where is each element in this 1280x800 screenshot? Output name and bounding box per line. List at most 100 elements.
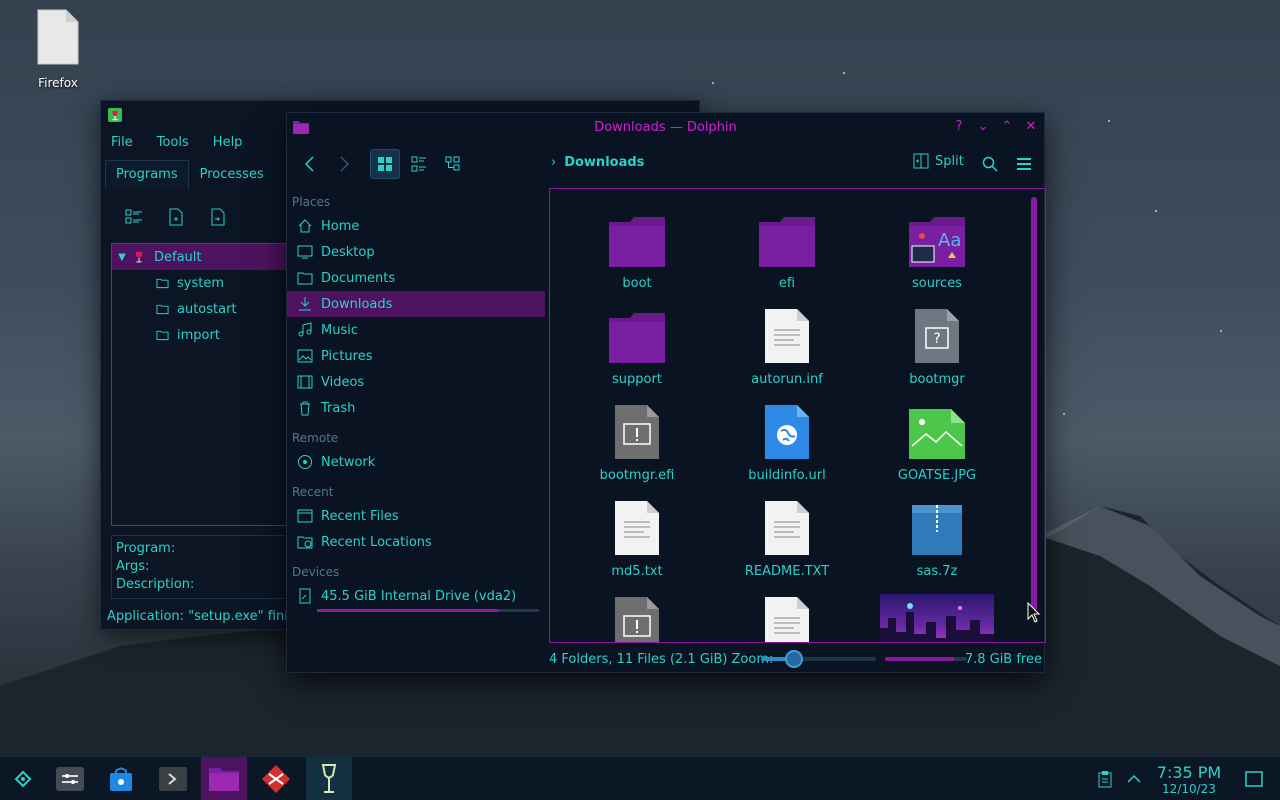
tree-item-label: autostart <box>177 301 237 317</box>
taskbar-wine-app[interactable] <box>253 757 299 800</box>
forward-button[interactable] <box>329 149 359 179</box>
split-button[interactable]: Split <box>913 153 964 169</box>
place-videos[interactable]: Videos <box>287 369 545 395</box>
dolphin-window[interactable]: Downloads — Dolphin ? ⌄ ⌃ ✕ › Downloads <box>286 112 1046 673</box>
back-button[interactable] <box>295 149 325 179</box>
clock[interactable]: 7:35 PM 12/10/23 <box>1154 763 1224 796</box>
tree-item-system[interactable]: system <box>112 270 310 296</box>
taskbar-system-settings[interactable] <box>47 757 93 800</box>
file-item[interactable]: sas.7z <box>862 486 1012 582</box>
music-icon <box>297 322 313 338</box>
collapse-arrow-icon[interactable]: ▼ <box>112 252 132 263</box>
folder-icon <box>156 304 169 315</box>
star <box>712 82 714 84</box>
file-item-partial[interactable] <box>712 582 862 642</box>
close-icon[interactable]: ✕ <box>1024 119 1038 134</box>
tab-processes[interactable]: Processes <box>189 160 275 189</box>
text-file-icon <box>757 594 817 642</box>
hamburger-menu-icon <box>1017 158 1031 170</box>
titlebar[interactable]: Downloads — Dolphin ? ⌄ ⌃ ✕ <box>287 113 1044 141</box>
place-documents[interactable]: Documents <box>287 265 545 291</box>
maximize-icon[interactable]: ⌃ <box>1000 119 1014 134</box>
file-item-partial[interactable] <box>862 582 1012 642</box>
arrow-left-icon <box>304 156 314 172</box>
place-label: Recent Files <box>321 508 399 524</box>
place-internal-drive[interactable]: 45.5 GiB Internal Drive (vda2) <box>287 583 545 609</box>
minimize-icon[interactable]: ⌄ <box>976 119 990 134</box>
file-item[interactable]: autorun.inf <box>712 294 862 390</box>
prefix-tree: ▼ Default system autostart import <box>111 243 311 526</box>
breadcrumb[interactable]: › Downloads <box>551 155 644 170</box>
taskbar-discover[interactable] <box>98 757 144 800</box>
taskbar-dolphin[interactable] <box>201 757 247 800</box>
tree-item-import[interactable]: import <box>112 322 310 348</box>
place-downloads[interactable]: Downloads <box>287 291 545 317</box>
file-item[interactable]: efi <box>712 198 862 294</box>
icons-view-button[interactable] <box>370 149 400 179</box>
tray-expand-button[interactable] <box>1112 757 1156 800</box>
details-view-icon[interactable] <box>125 208 143 226</box>
place-music[interactable]: Music <box>287 317 545 343</box>
file-view[interactable]: boot efi Aa sources support autorun.inf? bootm… <box>549 188 1046 643</box>
compact-view-button[interactable] <box>404 149 434 179</box>
star <box>843 72 845 74</box>
menu-tools[interactable]: Tools <box>157 135 189 150</box>
status-bar: Application: "setup.exe" finish <box>107 609 303 624</box>
star <box>1220 330 1222 332</box>
file-item[interactable]: boot <box>562 198 712 294</box>
recent-locations-icon <box>297 534 313 550</box>
menu-file[interactable]: File <box>111 135 133 150</box>
executable-file-icon <box>607 402 667 460</box>
menu-help[interactable]: Help <box>213 135 243 150</box>
taskbar-bottles[interactable] <box>306 757 352 800</box>
section-recent: Recent <box>292 485 334 499</box>
tab-programs[interactable]: Programs <box>105 160 189 189</box>
details-view-button[interactable] <box>438 149 468 179</box>
file-item[interactable]: md5.txt <box>562 486 712 582</box>
wine-app-icon <box>108 108 122 122</box>
show-desktop-button[interactable] <box>1232 757 1276 800</box>
section-places: Places <box>292 195 331 209</box>
desktop-icon-firefox[interactable]: Firefox <box>28 8 88 90</box>
help-icon[interactable]: ? <box>952 119 966 134</box>
place-label: Recent Locations <box>321 534 432 550</box>
zoom-slider-handle[interactable] <box>785 650 803 668</box>
file-name: support <box>612 372 662 387</box>
place-trash[interactable]: Trash <box>287 395 545 421</box>
breadcrumb-current[interactable]: Downloads <box>564 155 644 170</box>
executable-file-icon <box>607 594 667 642</box>
split-label: Split <box>935 153 964 169</box>
file-item[interactable]: README.TXT <box>712 486 862 582</box>
file-item[interactable]: Aa sources <box>862 198 1012 294</box>
svg-text:Aa: Aa <box>938 230 961 251</box>
tree-item-label: import <box>177 327 220 343</box>
place-recent-files[interactable]: Recent Files <box>287 503 545 529</box>
app-launcher-button[interactable] <box>0 757 46 800</box>
wine-glass-icon <box>135 251 143 263</box>
text-file-icon <box>757 306 817 364</box>
new-document-icon[interactable] <box>167 208 185 226</box>
menu-button[interactable] <box>1009 149 1039 179</box>
file-item[interactable]: GOATSE.JPG <box>862 390 1012 486</box>
place-network[interactable]: Network <box>287 449 545 475</box>
file-item[interactable]: support <box>562 294 712 390</box>
place-home[interactable]: Home <box>287 213 545 239</box>
file-name: bootmgr.efi <box>599 468 675 483</box>
search-icon <box>982 156 998 172</box>
vertical-scrollbar[interactable] <box>1031 197 1037 611</box>
search-button[interactable] <box>975 149 1005 179</box>
tree-item-default[interactable]: ▼ Default <box>112 244 310 270</box>
file-item[interactable]: ? bootmgr <box>862 294 1012 390</box>
taskbar-terminal[interactable] <box>150 757 196 800</box>
file-item[interactable]: bootmgr.efi <box>562 390 712 486</box>
home-icon <box>297 218 313 234</box>
place-desktop[interactable]: Desktop <box>287 239 545 265</box>
place-recent-locations[interactable]: Recent Locations <box>287 529 545 555</box>
place-label: Trash <box>321 400 356 416</box>
file-item-partial[interactable] <box>562 582 712 642</box>
zoom-slider[interactable] <box>761 650 876 668</box>
file-item[interactable]: buildinfo.url <box>712 390 862 486</box>
tree-item-autostart[interactable]: autostart <box>112 296 310 322</box>
place-pictures[interactable]: Pictures <box>287 343 545 369</box>
import-document-icon[interactable] <box>209 208 227 226</box>
